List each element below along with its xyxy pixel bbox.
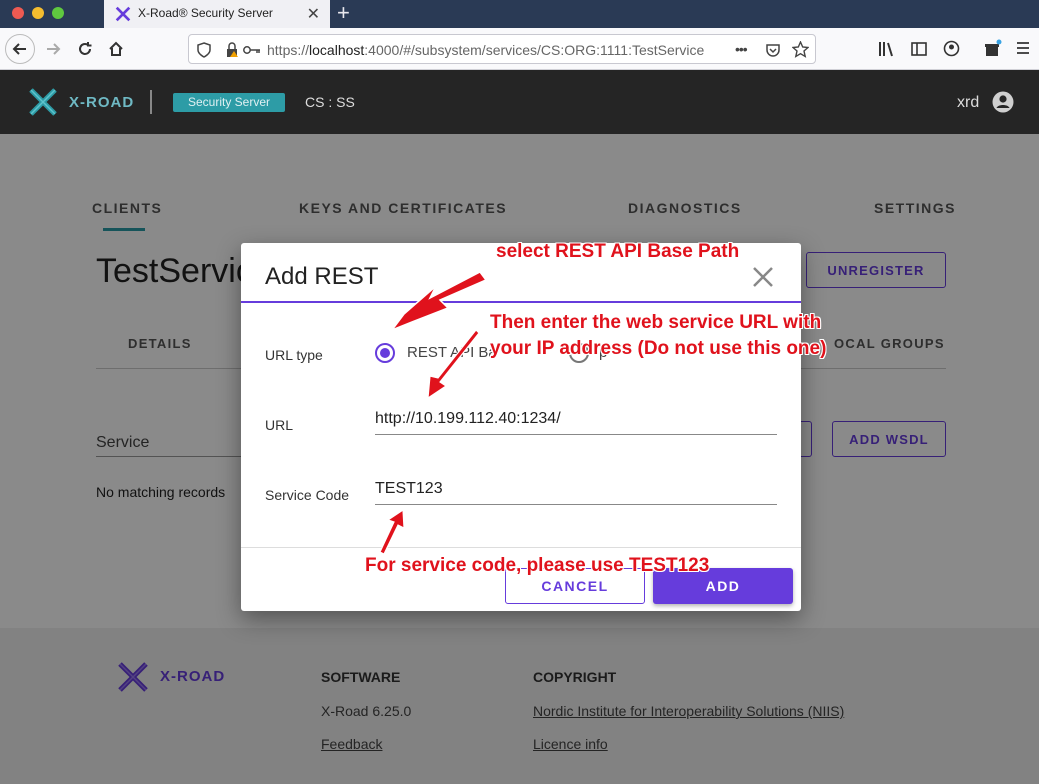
instance-label: CS : SS (305, 94, 355, 110)
new-tab-button[interactable]: + (337, 0, 350, 26)
rest-api-base-path-radio[interactable] (375, 343, 395, 363)
page-actions-icon[interactable]: ••• (735, 41, 748, 57)
dialog-title: Add REST (265, 263, 379, 290)
close-window-button[interactable] (12, 7, 24, 19)
shield-icon (197, 42, 211, 58)
annotation-enter-url-line2: your IP address (Do not use this one) (490, 338, 827, 359)
url-type-label: URL type (265, 347, 323, 363)
browser-nav-bar: https://localhost:4000/#/subsystem/servi… (0, 28, 1039, 70)
maximize-window-button[interactable] (52, 7, 64, 19)
tab-title: X-Road® Security Server (138, 6, 273, 20)
arrow-right-icon (47, 43, 61, 55)
forward-button[interactable] (40, 36, 66, 62)
close-icon[interactable] (751, 265, 775, 289)
rest-api-base-path-label[interactable]: REST API Ba (407, 344, 497, 361)
pocket-icon[interactable] (765, 42, 781, 58)
home-button[interactable] (103, 36, 129, 62)
browser-tab[interactable]: X-Road® Security Server ✕ (104, 0, 330, 28)
bookmark-star-icon[interactable] (792, 41, 809, 58)
minimize-window-button[interactable] (32, 7, 44, 19)
close-tab-icon[interactable]: ✕ (307, 4, 320, 24)
reload-button[interactable] (72, 36, 98, 62)
key-icon (243, 46, 260, 54)
header-divider (150, 90, 152, 114)
user-name[interactable]: xrd (957, 94, 979, 112)
url-text: https://localhost:4000/#/subsystem/servi… (267, 42, 705, 58)
xroad-logo-icon[interactable] (27, 86, 59, 118)
service-code-underline (375, 504, 777, 505)
library-icon[interactable] (878, 41, 896, 57)
service-code-input[interactable]: TEST123 (375, 480, 443, 498)
app-header: X-ROAD Security Server CS : SS xrd (0, 70, 1039, 134)
url-input[interactable]: http://10.199.112.40:1234/ (375, 410, 561, 428)
logo-text: X-ROAD (69, 94, 135, 111)
url-input-underline (375, 434, 777, 435)
reload-icon (79, 42, 92, 55)
dialog-header-rule (241, 301, 801, 303)
extensions-icon[interactable] (984, 39, 1002, 57)
home-icon (109, 41, 123, 56)
url-bar[interactable]: https://localhost:4000/#/subsystem/servi… (188, 34, 816, 64)
annotation-enter-url-line1: Then enter the web service URL with (490, 312, 822, 333)
menu-icon[interactable] (1016, 41, 1030, 55)
annotation-select-rest: select REST API Base Path (496, 241, 740, 262)
arrow-left-icon (12, 43, 26, 55)
security-server-badge: Security Server (173, 93, 285, 112)
back-button[interactable] (5, 34, 35, 64)
url-label: URL (265, 417, 294, 433)
account-icon[interactable] (943, 40, 960, 57)
lock-warning-icon (227, 42, 238, 57)
dialog-footer-rule (241, 547, 801, 548)
browser-tab-bar: X-Road® Security Server ✕ + (0, 0, 1039, 28)
annotation-service-code: For service code, please use TEST123 (365, 555, 710, 576)
service-code-label: Service Code (265, 487, 350, 503)
xroad-favicon-icon (115, 6, 131, 22)
user-account-icon[interactable] (992, 91, 1014, 113)
sidebar-icon[interactable] (911, 41, 927, 57)
